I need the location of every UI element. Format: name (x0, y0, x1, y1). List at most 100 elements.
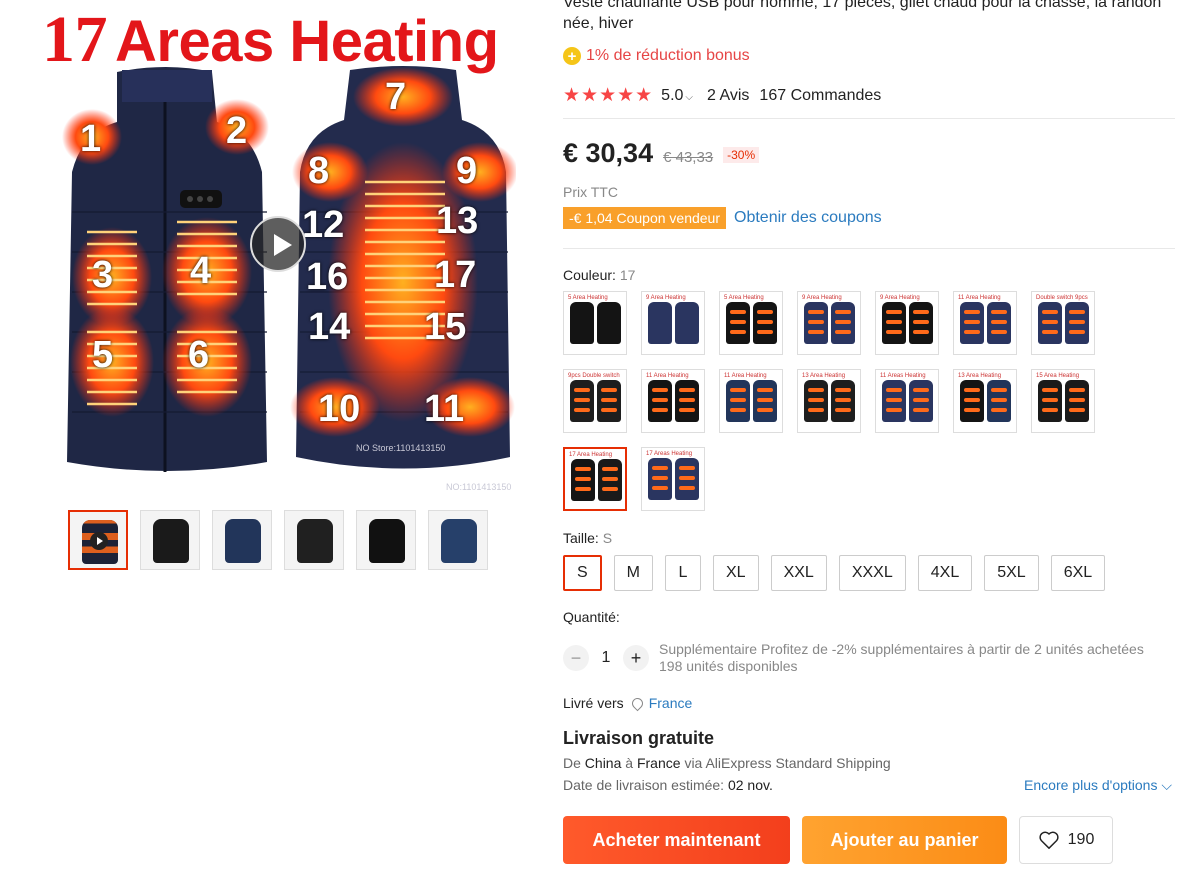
zone-label: 16 (306, 256, 349, 298)
heating-zone-mark (679, 476, 695, 480)
color-swatch[interactable]: Double switch 9pcs (1031, 291, 1095, 355)
zone-label: 9 (456, 150, 478, 192)
ship-country-link[interactable]: France (649, 695, 693, 711)
mini-vest-image (441, 519, 477, 563)
thumbnail-strip (68, 510, 488, 570)
swatch-caption: 15 Area Heating (1036, 373, 1080, 379)
heating-zone-mark (886, 388, 902, 392)
heating-zone-mark (1042, 408, 1058, 412)
thumbnail-3[interactable] (212, 510, 272, 570)
buy-now-button[interactable]: Acheter maintenant (563, 816, 790, 864)
heating-zone-mark (757, 388, 773, 392)
swatch-vest-image (753, 302, 777, 344)
bonus-row: + 1% de réduction bonus (563, 47, 750, 65)
swatch-vest-image (570, 302, 594, 344)
color-swatch[interactable]: 17 Areas Heating (641, 447, 705, 511)
heating-zone-mark (652, 486, 668, 490)
decrease-quantity-button[interactable]: − (563, 645, 589, 671)
size-option-4xl[interactable]: 4XL (917, 555, 973, 591)
mini-vest-image (225, 519, 261, 563)
swatch-vest-image (571, 459, 595, 501)
color-swatch[interactable]: 9 Area Heating (797, 291, 861, 355)
heating-zone-mark (964, 320, 980, 324)
free-shipping-title: Livraison gratuite (563, 728, 715, 748)
size-option-xxl[interactable]: XXL (770, 555, 827, 591)
color-swatch[interactable]: 17 Area Heating (563, 447, 627, 511)
zone-label: 14 (308, 306, 351, 348)
swatch-vest-image (909, 380, 933, 422)
wishlist-button[interactable]: 190 (1019, 816, 1113, 864)
swatch-vest-image (987, 302, 1011, 344)
destination-country: France (636, 755, 681, 771)
zone-label: 4 (190, 250, 212, 292)
color-swatch[interactable]: 11 Area Heating (953, 291, 1017, 355)
heating-zone-mark (1042, 398, 1058, 402)
color-swatch[interactable]: 11 Area Heating (641, 369, 705, 433)
swatch-vest-image (909, 302, 933, 344)
size-option-m[interactable]: M (613, 555, 653, 591)
swatch-vest-image (960, 302, 984, 344)
seller-coupon-badge[interactable]: -€ 1,04 Coupon vendeur (563, 207, 726, 229)
color-swatch[interactable]: 9 Area Heating (875, 291, 939, 355)
color-swatch[interactable]: 13 Area Heating (797, 369, 861, 433)
mini-vest-image (153, 519, 189, 563)
swatch-vest-image (987, 380, 1011, 422)
size-option-xl[interactable]: XL (713, 555, 759, 591)
heating-zone-mark (602, 467, 618, 471)
swatch-caption: 11 Area Heating (958, 295, 1001, 301)
chevron-down-icon: ⌵ (1161, 777, 1172, 793)
swatch-caption: 9 Area Heating (646, 295, 686, 301)
delivery-date-label: Date de livraison estimée: (563, 777, 725, 793)
thumbnail-1[interactable] (68, 510, 128, 570)
size-option-xxxl[interactable]: XXXL (838, 555, 906, 591)
size-label-text: Taille: (563, 530, 599, 546)
thumbnail-2[interactable] (140, 510, 200, 570)
color-swatch[interactable]: 15 Area Heating (1031, 369, 1095, 433)
mini-vest-image (297, 519, 333, 563)
size-option-l[interactable]: L (665, 555, 701, 591)
swatch-vest-image (831, 380, 855, 422)
thumbnail-6[interactable] (428, 510, 488, 570)
heating-zone-mark (964, 330, 980, 334)
color-swatch[interactable]: 13 Area Heating (953, 369, 1017, 433)
zone-label: 2 (226, 110, 248, 152)
plus-circle-icon: + (563, 47, 581, 65)
swatch-vest-image (882, 302, 906, 344)
get-coupons-link[interactable]: Obtenir des coupons (734, 209, 882, 227)
color-selected-value: 17 (619, 267, 636, 283)
add-to-cart-button[interactable]: Ajouter au panier (802, 816, 1007, 864)
heating-zone-mark (886, 310, 902, 314)
quantity-label: Quantité: (563, 609, 620, 625)
size-option-s[interactable]: S (563, 555, 602, 591)
play-video-icon[interactable] (250, 216, 306, 272)
size-option-6xl[interactable]: 6XL (1050, 555, 1106, 591)
zone-label: 3 (92, 254, 114, 296)
color-swatch[interactable]: 5 Area Heating (563, 291, 627, 355)
thumbnail-4[interactable] (284, 510, 344, 570)
more-shipping-options-link[interactable]: Encore plus d'options ⌵ (1024, 777, 1172, 794)
heating-zone-mark (913, 310, 929, 314)
color-swatch[interactable]: 11 Areas Heating (875, 369, 939, 433)
swatch-vest-image (1065, 380, 1089, 422)
heating-zone-mark (808, 388, 824, 392)
zone-label: 7 (385, 76, 407, 118)
increase-quantity-button[interactable]: + (623, 645, 649, 671)
color-swatch[interactable]: 5 Area Heating (719, 291, 783, 355)
color-swatch[interactable]: 9 Area Heating (641, 291, 705, 355)
watermark: NO Store:1101413150 (356, 443, 446, 453)
size-option-5xl[interactable]: 5XL (984, 555, 1039, 591)
heating-zone-mark (575, 477, 591, 481)
reviews-link[interactable]: 2 Avis (707, 87, 749, 105)
heating-zone-mark (991, 408, 1007, 412)
heart-icon (1039, 831, 1059, 849)
zone-label: 13 (436, 200, 479, 242)
quantity-value[interactable]: 1 (589, 649, 623, 667)
thumbnail-5[interactable] (356, 510, 416, 570)
color-swatch[interactable]: 11 Area Heating (719, 369, 783, 433)
main-product-image[interactable]: 17 Areas Heating 1 2 3 4 5 6 7 8 9 12 13… (40, 0, 532, 500)
rating-value[interactable]: 5.0 ⌵ (661, 87, 693, 105)
heating-zone-mark (808, 408, 824, 412)
color-swatch[interactable]: 9pcs Double switch (563, 369, 627, 433)
heating-zone-mark (757, 320, 773, 324)
swatch-vest-image (648, 302, 672, 344)
